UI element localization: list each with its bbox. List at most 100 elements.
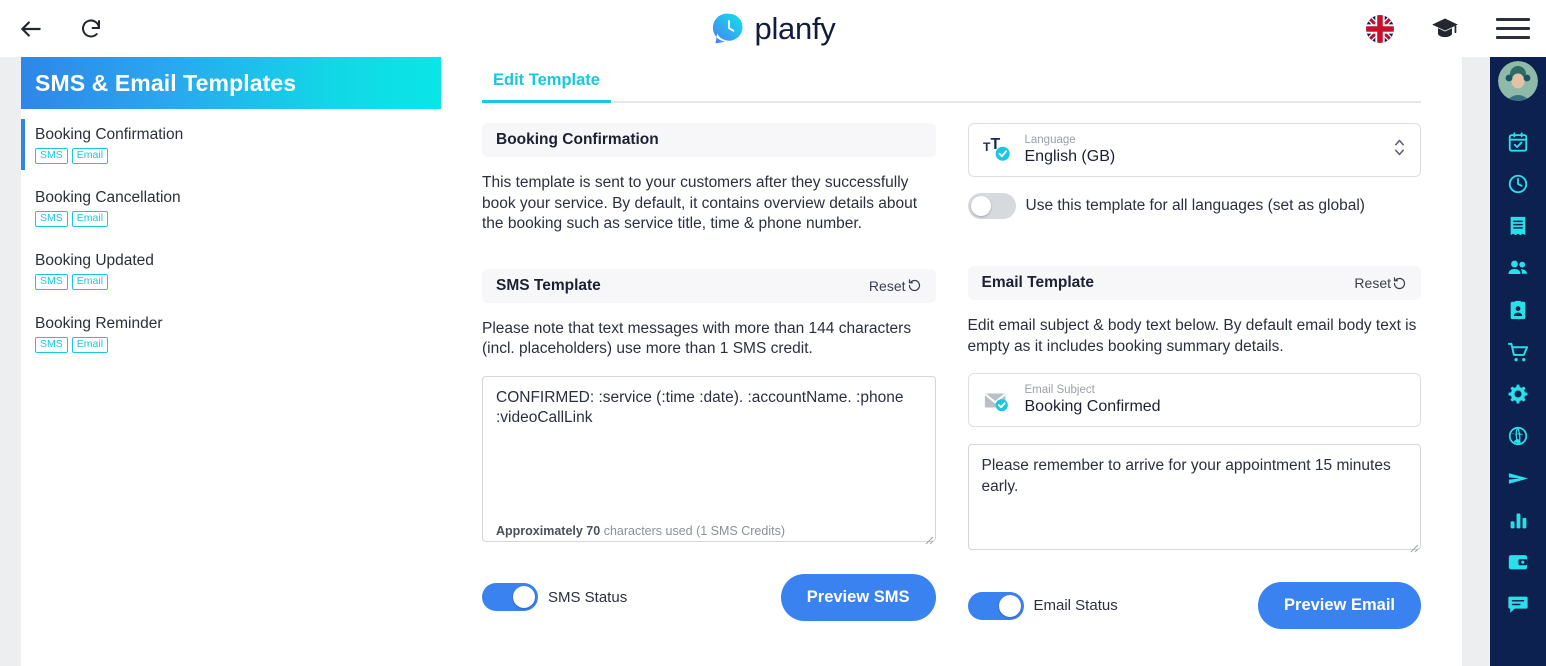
email-subject-text: Email Subject Booking Confirmed — [1025, 383, 1161, 417]
status-badge-email: Email — [71, 148, 109, 164]
hamburger-menu-icon[interactable] — [1496, 18, 1530, 39]
stepper-up-down-icon[interactable] — [1393, 135, 1406, 166]
list-item-booking-reminder[interactable]: Booking Reminder SMS Email — [21, 308, 441, 359]
template-description: This template is sent to your customers … — [482, 174, 918, 232]
receipt-icon[interactable] — [1490, 205, 1546, 247]
list-item-badges: SMS Email — [35, 211, 441, 227]
avatar[interactable] — [1498, 61, 1538, 101]
app-root: planfy SMS & Email Templates Booking Con… — [0, 0, 1546, 666]
email-subject-label: Email Subject — [1024, 384, 1095, 396]
list-item-booking-cancellation[interactable]: Booking Cancellation SMS Email — [21, 182, 441, 233]
list-item-booking-confirmation[interactable]: Booking Confirmation SMS Email — [21, 119, 441, 170]
preview-email-button[interactable]: Preview Email — [1258, 582, 1421, 629]
list-item-badges: SMS Email — [35, 337, 441, 353]
sms-body-textarea[interactable] — [482, 375, 936, 542]
global-template-toggle-row: Use this template for all languages (set… — [967, 193, 1422, 219]
reset-circular-arrow-icon — [1393, 276, 1406, 289]
chat-icon[interactable] — [1490, 583, 1546, 625]
list-item-booking-updated[interactable]: Booking Updated SMS Email — [21, 245, 441, 296]
email-status-row: Email Status — [967, 591, 1118, 620]
right-icon-rail — [1490, 57, 1546, 666]
email-actions: Email Status Preview Email — [967, 582, 1421, 629]
email-subject-value: Booking Confirmed — [1024, 398, 1161, 415]
list-item-badges: SMS Email — [35, 148, 441, 164]
sms-reset-label: Reset — [868, 277, 906, 294]
envelope-check-icon — [983, 385, 1013, 415]
top-bar: planfy — [0, 0, 1546, 57]
status-badge-email: Email — [71, 211, 109, 227]
status-badge-email: Email — [71, 274, 109, 290]
status-badge-sms: SMS — [35, 211, 68, 227]
templates-panel: SMS & Email Templates Booking Confirmati… — [21, 57, 441, 666]
status-badge-sms: SMS — [35, 337, 68, 353]
language-select[interactable]: T T Language English (GB) — [967, 123, 1421, 177]
sms-actions: SMS Status Preview SMS — [482, 573, 936, 621]
status-badge-sms: SMS — [35, 274, 68, 290]
global-template-label: Use this template for all languages (set… — [1025, 197, 1365, 214]
wallet-icon[interactable] — [1490, 541, 1546, 583]
sms-counter-bold: Approximately 70 — [496, 523, 601, 538]
sms-status-label: SMS Status — [548, 588, 628, 606]
sms-status-toggle[interactable] — [482, 583, 538, 611]
template-title: Booking Confirmation — [496, 131, 659, 148]
translate-check-icon: T T — [983, 135, 1013, 165]
calendar-check-icon[interactable] — [1490, 121, 1546, 163]
brand-name: planfy — [754, 10, 836, 46]
list-item-label: Booking Updated — [35, 252, 154, 269]
reset-circular-arrow-icon — [908, 279, 920, 292]
main-content: Edit Template Booking Confirmation This … — [441, 57, 1462, 666]
clock-icon[interactable] — [1490, 163, 1546, 205]
email-textarea-wrapper — [967, 444, 1421, 555]
list-item-badges: SMS Email — [35, 274, 441, 290]
status-badge-email: Email — [71, 337, 109, 353]
list-item-label: Booking Reminder — [35, 315, 163, 332]
sms-note: Please note that text messages with more… — [482, 319, 912, 358]
status-badge-sms: SMS — [35, 148, 68, 164]
sms-character-counter: Approximately 70 characters used (1 SMS … — [496, 524, 785, 538]
bar-chart-icon[interactable] — [1490, 499, 1546, 541]
email-status-label: Email Status — [1033, 597, 1118, 614]
graduation-cap-icon[interactable] — [1428, 12, 1462, 46]
sms-textarea-wrapper: Approximately 70 characters used (1 SMS … — [482, 375, 936, 547]
preview-sms-button[interactable]: Preview SMS — [780, 573, 936, 621]
sms-section-header: SMS Template Reset — [482, 268, 936, 303]
list-item-label: Booking Cancellation — [35, 189, 181, 206]
email-reset-button[interactable]: Reset — [1354, 275, 1407, 291]
top-right-actions — [1366, 0, 1530, 57]
gear-icon[interactable] — [1490, 373, 1546, 415]
templates-list: Booking Confirmation SMS Email Booking C… — [21, 109, 441, 359]
template-title-bar: Booking Confirmation — [482, 123, 936, 157]
browser-nav-buttons — [0, 12, 108, 46]
global-template-toggle[interactable] — [967, 193, 1016, 219]
sms-counter-rest: characters used (1 SMS Credits) — [600, 523, 786, 538]
tab-bar: Edit Template — [482, 57, 1421, 103]
email-section-title: Email Template — [981, 274, 1095, 291]
globe-icon[interactable] — [1490, 415, 1546, 457]
templates-panel-header: SMS & Email Templates — [21, 57, 441, 109]
page-title: SMS & Email Templates — [35, 69, 297, 96]
people-icon[interactable] — [1490, 247, 1546, 289]
sms-reset-button[interactable]: Reset — [869, 278, 922, 294]
contact-card-icon[interactable] — [1490, 289, 1546, 331]
email-column: T T Language English (GB) Use this templ… — [967, 123, 1422, 629]
reload-icon[interactable] — [74, 12, 108, 46]
email-section-header: Email Template Reset — [967, 266, 1421, 300]
email-note: Edit email subject & body text below. By… — [967, 317, 1417, 355]
list-item-label: Booking Confirmation — [35, 126, 184, 143]
tab-edit-template[interactable]: Edit Template — [482, 57, 611, 103]
language-text: Language English (GB) — [1025, 133, 1116, 167]
email-subject-field[interactable]: Email Subject Booking Confirmed — [967, 373, 1421, 427]
send-icon[interactable] — [1490, 457, 1546, 499]
planfy-clock-bubble-logo — [712, 13, 743, 43]
brand-logo-group: planfy — [0, 0, 1546, 57]
email-status-toggle[interactable] — [967, 591, 1024, 620]
arrow-left-icon[interactable] — [14, 12, 48, 46]
email-body-textarea[interactable] — [967, 444, 1421, 550]
two-column-layout: Booking Confirmation This template is se… — [465, 103, 1438, 629]
sms-column: Booking Confirmation This template is se… — [482, 123, 936, 629]
uk-flag-icon[interactable] — [1366, 14, 1394, 43]
language-label: Language — [1024, 134, 1076, 146]
shopping-cart-icon[interactable] — [1490, 331, 1546, 373]
email-reset-label: Reset — [1354, 275, 1391, 291]
sms-status-row: SMS Status — [482, 583, 627, 611]
